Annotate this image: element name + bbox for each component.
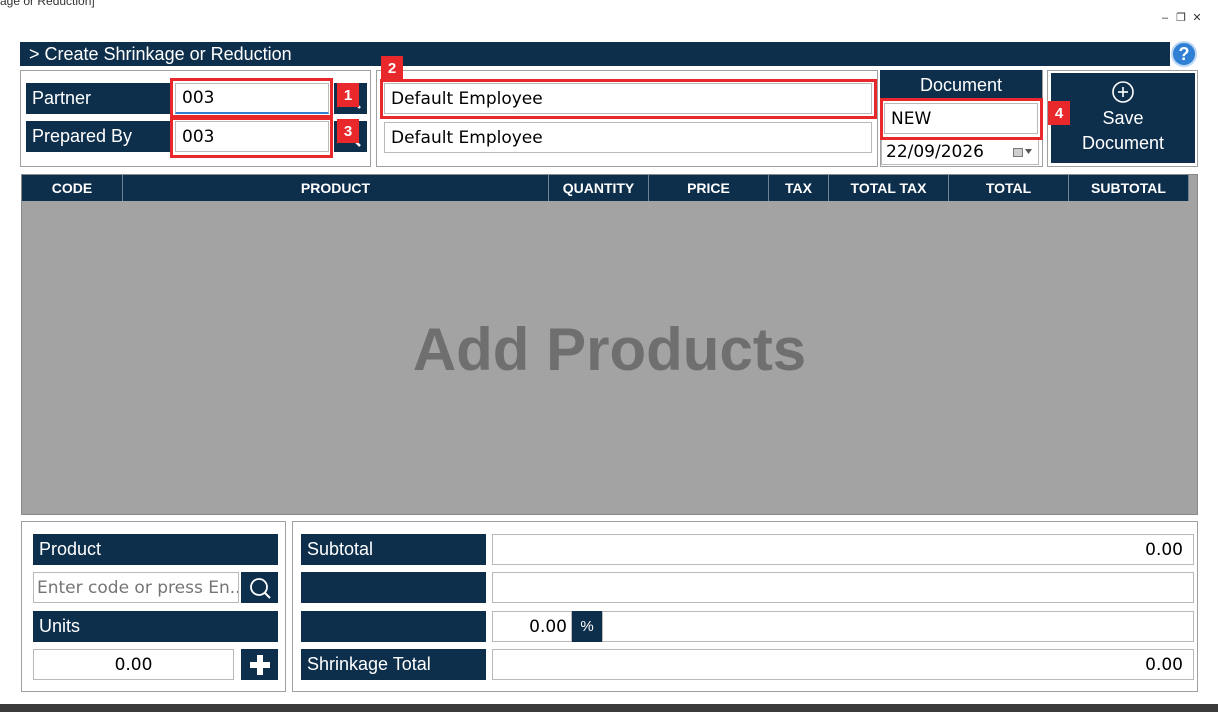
save-document-button[interactable]: Save Document [1051, 73, 1195, 163]
page-title: > Create Shrinkage or Reduction [20, 42, 1170, 66]
column-header-subtotal[interactable]: SUBTOTAL [1069, 175, 1189, 201]
document-date-field[interactable]: 22/09/2026 [881, 138, 1039, 165]
close-icon[interactable]: ✕ [1190, 10, 1204, 26]
save-label-line2: Document [1081, 133, 1165, 153]
units-input[interactable]: 0.00 [33, 649, 234, 680]
document-label: Document [880, 70, 1042, 100]
search-icon [249, 577, 271, 599]
discount-amount-field [602, 611, 1194, 642]
column-header-total[interactable]: TOTAL [949, 175, 1069, 201]
subtotal-value: 0.00 [492, 534, 1194, 565]
calendar-dropdown-icon[interactable] [1013, 147, 1032, 157]
add-circle-icon [1112, 81, 1134, 103]
grid-header: CODE PRODUCT QUANTITY PRICE TAX TOTAL TA… [22, 175, 1189, 201]
shrinkage-total-value: 0.00 [492, 649, 1194, 680]
column-header-total-tax[interactable]: TOTAL TAX [829, 175, 949, 201]
column-header-code[interactable]: CODE [22, 175, 123, 201]
column-header-price[interactable]: PRICE [649, 175, 769, 201]
annotation-box-1 [170, 78, 333, 118]
empty-grid-message: Add Products [412, 316, 807, 383]
minimize-icon[interactable]: – [1158, 10, 1172, 26]
plus-icon [249, 654, 270, 675]
partner-label: Partner [26, 83, 171, 114]
product-search-input[interactable] [33, 572, 239, 603]
annotation-badge-4: 4 [1048, 101, 1070, 125]
column-header-tax[interactable]: TAX [769, 175, 829, 201]
discount-unit-badge: % [572, 611, 602, 642]
annotation-badge-3: 3 [337, 119, 359, 143]
prepared-by-label: Prepared By [26, 121, 171, 152]
totals-row2-label [301, 572, 486, 603]
add-product-button[interactable] [241, 649, 278, 680]
product-label: Product [33, 534, 278, 565]
window-titlebar: age or Reduction] [0, 0, 1218, 10]
subtotal-label: Subtotal [301, 534, 486, 565]
shrinkage-total-label: Shrinkage Total [301, 649, 486, 680]
prepared-by-name-field[interactable]: Default Employee [384, 122, 872, 153]
annotation-box-3 [170, 117, 333, 158]
product-search-button[interactable] [241, 572, 278, 603]
annotation-box-2 [380, 79, 877, 119]
window-controls: – ❐ ✕ [1158, 10, 1204, 30]
column-header-product[interactable]: PRODUCT [123, 175, 549, 201]
annotation-badge-1: 1 [337, 83, 359, 107]
totals-row2-value [492, 572, 1194, 603]
products-grid[interactable]: CODE PRODUCT QUANTITY PRICE TAX TOTAL TA… [21, 174, 1198, 515]
discount-label [301, 611, 486, 642]
units-label: Units [33, 611, 278, 642]
window-title: age or Reduction] [0, 0, 95, 8]
document-date-value: 22/09/2026 [886, 141, 984, 162]
help-icon[interactable]: ? [1171, 41, 1197, 67]
annotation-box-4 [880, 98, 1043, 140]
column-header-quantity[interactable]: QUANTITY [549, 175, 649, 201]
discount-input[interactable]: 0.00 [492, 611, 572, 642]
annotation-badge-2: 2 [381, 56, 403, 80]
save-label-line1: Save [1102, 108, 1144, 128]
window-bottom-edge [0, 704, 1218, 712]
restore-icon[interactable]: ❐ [1174, 10, 1188, 26]
